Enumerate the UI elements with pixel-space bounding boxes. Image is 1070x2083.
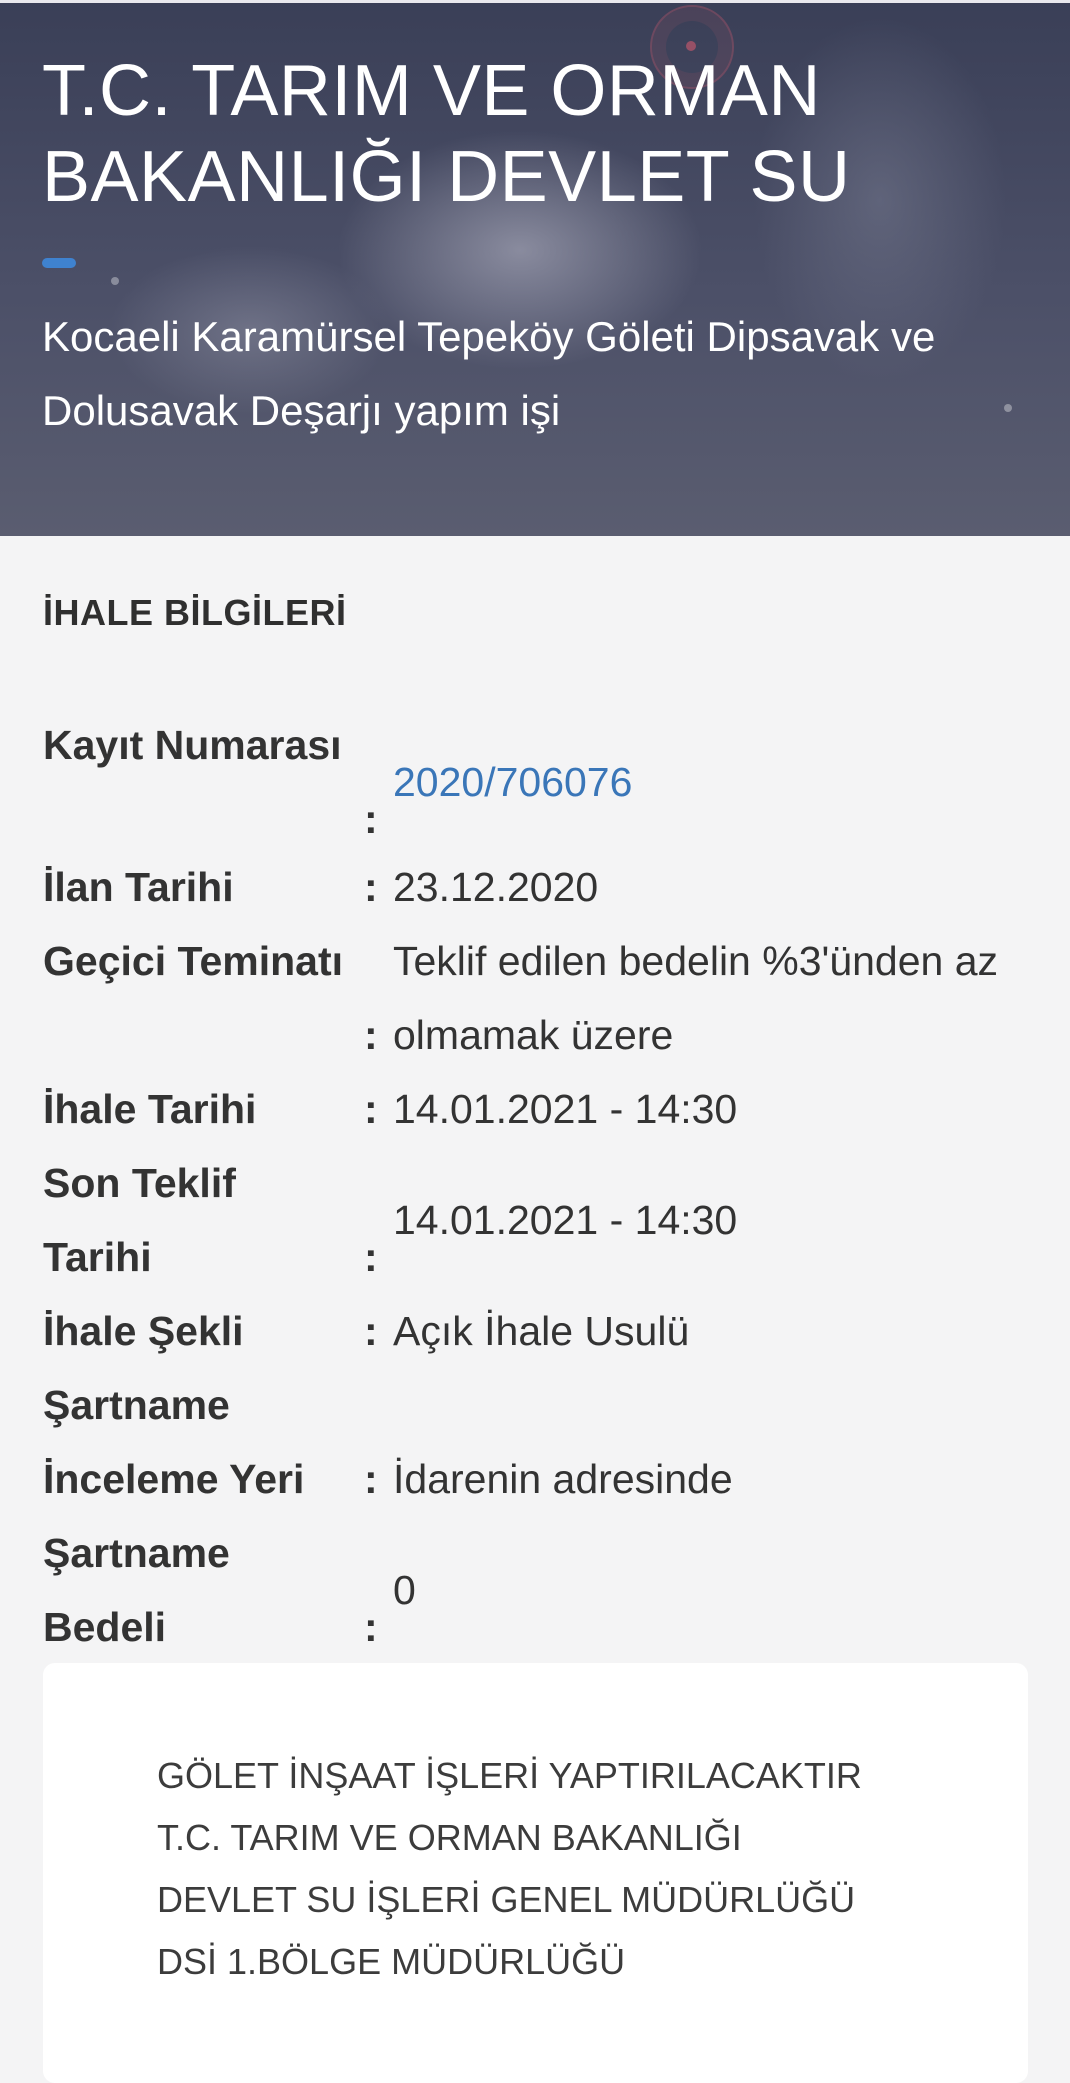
colon: :: [364, 1086, 378, 1132]
inceleme-value: İdarenin adresinde: [393, 1456, 733, 1502]
kayit-number-link[interactable]: 2020/706076: [393, 745, 1033, 819]
description-card: GÖLET İNŞAAT İŞLERİ YAPTIRILACAKTIR T.C.…: [43, 1663, 1028, 2083]
tender-subtitle: Kocaeli Karamürsel Tepeköy Göleti Dipsav…: [42, 313, 936, 434]
colon: :: [364, 1604, 378, 1650]
teminat-value: Teklif edilen bedelin %3'ünden az olmama…: [393, 938, 999, 1058]
ilan-value: 23.12.2020: [393, 864, 599, 910]
colon: :: [364, 864, 378, 910]
kayit-label: Kayıt Numarası: [43, 722, 342, 768]
slider-indicator-active[interactable]: [42, 258, 76, 268]
ilan-label: İlan Tarihi: [43, 864, 234, 910]
colon: :: [364, 796, 378, 842]
ihale-tarihi-label: İhale Tarihi: [43, 1086, 257, 1132]
page-title: T.C. TARIM VE ORMAN BAKANLIĞI DEVLET SU: [42, 51, 851, 217]
son-teklif-label: Son Teklif Tarihi: [43, 1160, 236, 1280]
description-text: GÖLET İNŞAAT İŞLERİ YAPTIRILACAKTIR T.C.…: [157, 1755, 862, 1982]
section-title: İHALE BİLGİLERİ: [43, 592, 347, 633]
inceleme-label: Şartname İnceleme Yeri: [43, 1382, 305, 1502]
colon: :: [364, 1456, 378, 1502]
ihale-tarihi-value: 14.01.2021 - 14:30: [393, 1086, 738, 1132]
ihale-sekli-label: İhale Şekli: [43, 1308, 244, 1354]
hero-banner: T.C. TARIM VE ORMAN BAKANLIĞI DEVLET SU …: [0, 0, 1070, 536]
teminat-label: Geçici Teminatı: [43, 938, 344, 984]
bedel-label: Şartname Bedeli: [43, 1530, 230, 1650]
slider-indicator-dot[interactable]: [111, 277, 119, 285]
bedel-value: 0: [393, 1567, 416, 1613]
top-divider: [0, 0, 1070, 3]
colon: :: [364, 1234, 378, 1280]
son-teklif-value: 14.01.2021 - 14:30: [393, 1197, 738, 1243]
colon: :: [364, 1308, 378, 1354]
slider-indicator-dot[interactable]: [1004, 404, 1012, 412]
ihale-sekli-value: Açık İhale Usulü: [393, 1308, 690, 1354]
colon: :: [364, 1012, 378, 1058]
